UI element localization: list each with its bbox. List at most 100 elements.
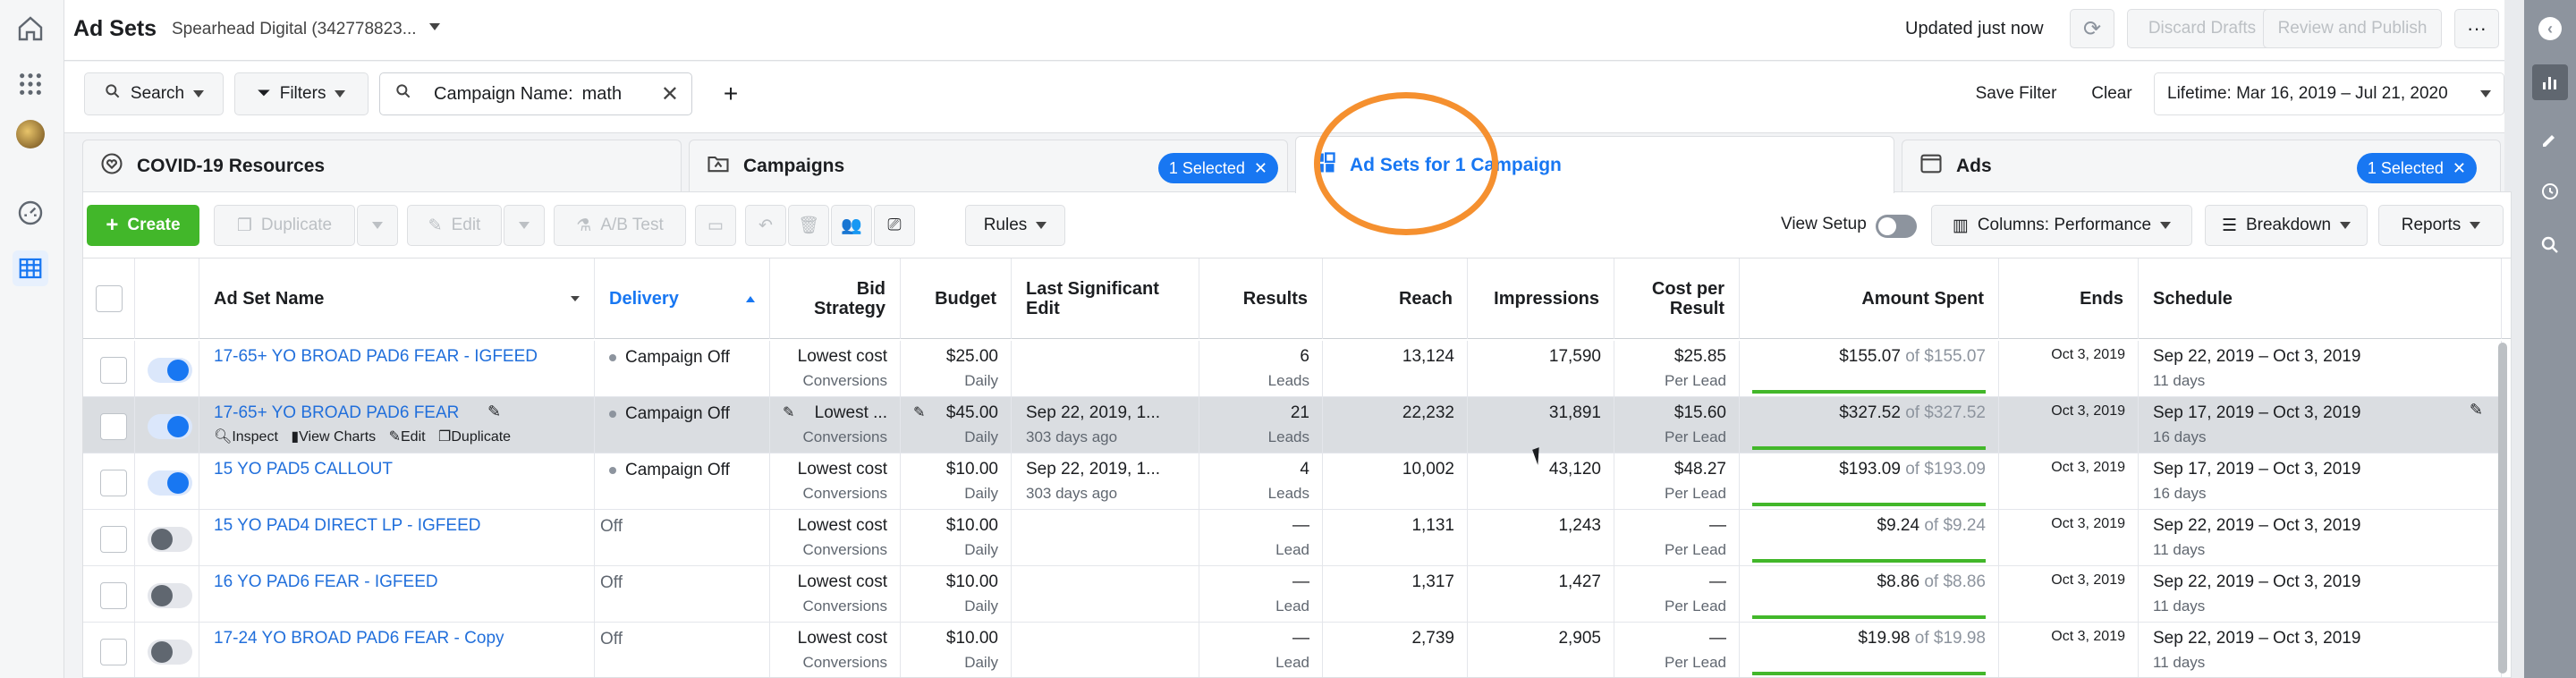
chevron-down-icon[interactable] — [429, 23, 440, 30]
review-publish-button[interactable]: Review and Publish — [2263, 9, 2442, 48]
col-ad-set-name[interactable]: Ad Set Name — [199, 258, 595, 339]
row-checkbox[interactable] — [100, 639, 127, 665]
refresh-button[interactable]: ⟳ — [2070, 9, 2114, 48]
pencil-icon[interactable]: ✎ — [913, 403, 925, 421]
more-options-button[interactable]: ··· — [2454, 9, 2499, 48]
table-row[interactable]: 17-65+ YO BROAD PAD6 FEAR - IGFEED Campai… — [83, 341, 2502, 397]
row-checkbox[interactable] — [100, 470, 127, 496]
table-row[interactable]: 16 YO PAD6 FEAR - IGFEED Off Lowest cost Co… — [83, 566, 2502, 623]
edit-pencil-icon[interactable] — [2532, 122, 2568, 157]
columns-button[interactable]: ▥ Columns: Performance — [1931, 205, 2192, 246]
col-schedule[interactable]: Schedule — [2139, 258, 2502, 339]
dashboard-gauge-icon[interactable] — [13, 195, 48, 231]
campaign-name-filter-chip[interactable]: Campaign Name: math ✕ — [379, 72, 692, 115]
ad-set-name-link[interactable]: 15 YO PAD4 DIRECT LP - IGFEED — [214, 516, 480, 536]
discard-drafts-button[interactable]: Discard Drafts — [2127, 9, 2277, 48]
col-impressions[interactable]: Impressions — [1468, 258, 1614, 339]
col-results[interactable]: Results — [1199, 258, 1323, 339]
vertical-scrollbar[interactable] — [2498, 343, 2507, 674]
col-ends[interactable]: Ends — [1999, 258, 2139, 339]
collapse-panel-icon[interactable]: ‹ — [2532, 11, 2568, 47]
add-filter-button[interactable]: + — [708, 72, 753, 115]
ab-test-button[interactable]: ⚗ A/B Test — [554, 205, 686, 246]
reports-button[interactable]: Reports — [2378, 205, 2504, 246]
pencil-icon[interactable]: ✎ — [487, 403, 501, 421]
col-delivery[interactable]: Delivery — [595, 258, 770, 339]
save-filter-button[interactable]: Save Filter — [1961, 72, 2072, 115]
inspect-link[interactable]: Inspect — [232, 429, 278, 445]
chevron-down-icon — [335, 90, 346, 97]
view-setup-toggle[interactable] — [1876, 215, 1917, 238]
sort-ascending-icon[interactable] — [746, 295, 755, 302]
edit-button[interactable]: ✎ Edit — [407, 205, 502, 246]
table-row[interactable]: 17-65+ YO BROAD PAD6 FEAR ✎ 🔍︎Inspect ▮Vi… — [83, 397, 2502, 453]
sort-icon[interactable] — [571, 296, 580, 301]
col-reach[interactable]: Reach — [1323, 258, 1468, 339]
close-icon[interactable]: ✕ — [2453, 159, 2466, 178]
delivery-cell: Off — [595, 566, 770, 623]
col-bid-strategy[interactable]: Bid Strategy — [770, 258, 901, 339]
close-icon[interactable]: ✕ — [1254, 159, 1267, 178]
last-edit-sub: 303 days ago — [1026, 428, 1118, 445]
ad-set-name-link[interactable]: 17-24 YO BROAD PAD6 FEAR - Copy — [214, 629, 504, 648]
row-checkbox[interactable] — [100, 526, 127, 553]
ad-set-name-link[interactable]: 16 YO PAD6 FEAR - IGFEED — [214, 572, 438, 592]
header-label: Delivery — [609, 289, 679, 309]
view-charts-link[interactable]: View Charts — [299, 429, 376, 445]
tab-covid-resources[interactable]: COVID-19 Resources — [82, 140, 682, 191]
col-last-significant-edit[interactable]: Last Significant Edit — [1012, 258, 1199, 339]
duplicate-button[interactable]: ❐ Duplicate — [214, 205, 355, 246]
ad-set-toggle[interactable] — [148, 358, 192, 383]
tab-campaigns[interactable]: Campaigns 1 Selected ✕ — [689, 140, 1288, 191]
ad-set-toggle[interactable] — [148, 414, 192, 439]
search-button[interactable]: Search — [84, 72, 224, 115]
apps-grid-icon[interactable] — [13, 66, 48, 102]
ad-set-name-link[interactable]: 17-65+ YO BROAD PAD6 FEAR - IGFEED — [214, 347, 538, 367]
campaigns-selected-badge[interactable]: 1 Selected ✕ — [1157, 153, 1278, 183]
delete-button[interactable]: 🗑 — [788, 205, 829, 246]
clear-button[interactable]: Clear — [2080, 72, 2143, 115]
col-amount-spent[interactable]: Amount Spent — [1740, 258, 1999, 339]
create-button[interactable]: + Create — [87, 205, 199, 246]
tab-ads[interactable]: Ads 1 Selected ✕ — [1902, 140, 2501, 191]
col-cost-per-result[interactable]: Cost per Result — [1614, 258, 1740, 339]
ad-set-toggle[interactable] — [148, 640, 192, 665]
account-avatar[interactable] — [13, 116, 48, 152]
ads-selected-badge[interactable]: 1 Selected ✕ — [2356, 153, 2477, 183]
home-icon[interactable] — [13, 11, 48, 47]
clipboard-button[interactable]: ▭ — [695, 205, 736, 246]
history-clock-icon[interactable] — [2532, 174, 2568, 209]
ad-set-name-link[interactable]: 17-65+ YO BROAD PAD6 FEAR — [214, 403, 459, 423]
pencil-icon[interactable]: ✎ — [783, 403, 794, 421]
breakdown-button[interactable]: ☰ Breakdown — [2205, 205, 2368, 246]
table-row[interactable]: 15 YO PAD5 CALLOUT Campaign Off Lowest cos… — [83, 453, 2502, 510]
row-checkbox[interactable] — [100, 357, 127, 384]
col-budget[interactable]: Budget — [901, 258, 1012, 339]
edit-dropdown[interactable] — [504, 205, 545, 246]
row-checkbox[interactable] — [100, 413, 127, 440]
account-selector[interactable]: Spearhead Digital (342778823... — [172, 20, 417, 39]
ad-set-toggle[interactable] — [148, 527, 192, 552]
duplicate-link[interactable]: Duplicate — [451, 429, 511, 445]
close-icon[interactable]: ✕ — [661, 81, 679, 107]
duplicate-dropdown[interactable] — [357, 205, 398, 246]
select-all-checkbox[interactable] — [96, 285, 123, 312]
ad-set-name-link[interactable]: 15 YO PAD5 CALLOUT — [214, 460, 393, 479]
ads-manager-table-icon[interactable] — [13, 250, 48, 286]
table-row[interactable]: 15 YO PAD4 DIRECT LP - IGFEED Off Lowest c… — [83, 510, 2502, 566]
edit-link[interactable]: Edit — [401, 429, 426, 445]
preview-button[interactable]: ⎚ — [874, 205, 915, 246]
impressions-cell: 1,427 — [1468, 566, 1614, 623]
date-range-selector[interactable]: Lifetime: Mar 16, 2019 – Jul 21, 2020 — [2154, 72, 2504, 115]
filters-button[interactable]: ⏷ Filters — [234, 72, 369, 115]
rules-button[interactable]: Rules — [965, 205, 1065, 246]
chart-icon[interactable] — [2532, 64, 2568, 100]
undo-button[interactable]: ↶ — [745, 205, 786, 246]
inspect-magnifier-icon[interactable] — [2532, 227, 2568, 263]
audience-button[interactable]: 👥 — [831, 205, 872, 246]
row-checkbox[interactable] — [100, 582, 127, 609]
ad-set-toggle[interactable] — [148, 470, 192, 496]
ad-set-toggle[interactable] — [148, 583, 192, 608]
table-row[interactable]: 17-24 YO BROAD PAD6 FEAR - Copy Off Lowest… — [83, 623, 2502, 677]
pencil-icon[interactable]: ✎ — [2470, 401, 2483, 420]
